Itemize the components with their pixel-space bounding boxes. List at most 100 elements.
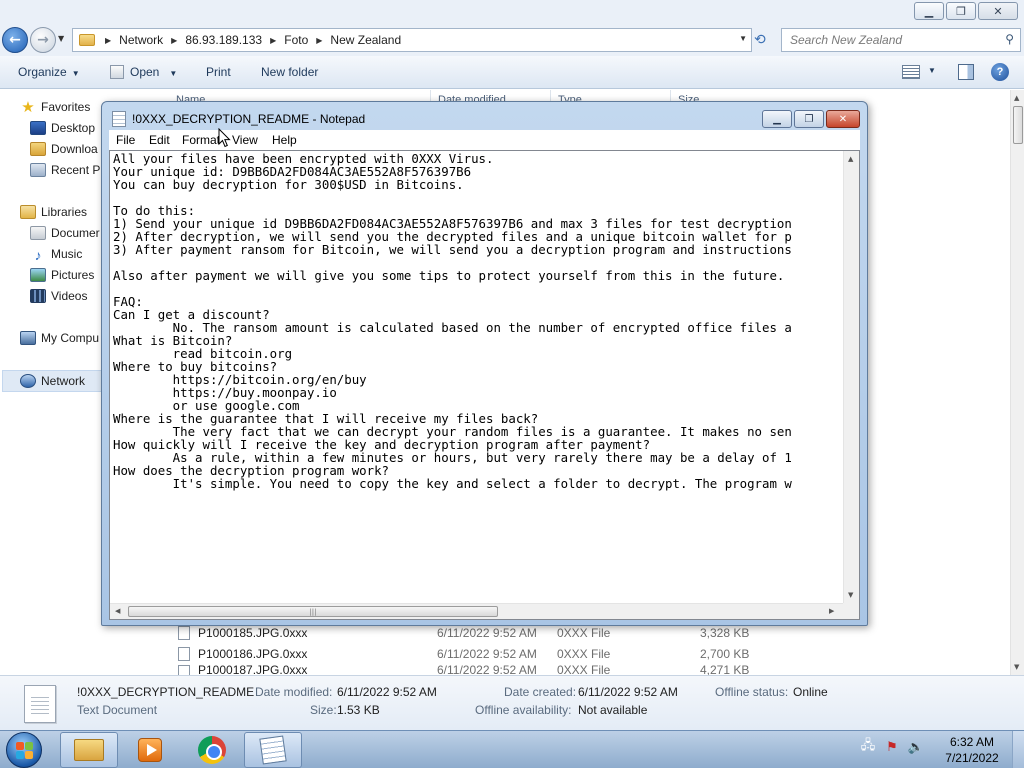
pictures-icon	[30, 268, 46, 282]
taskbar-media-player[interactable]	[121, 732, 179, 768]
size-value: 1.53 KB	[337, 703, 380, 717]
organize-label: Organize	[18, 65, 67, 79]
forward-button[interactable]: →	[30, 27, 56, 53]
offline-status-label: Offline status:	[715, 685, 789, 699]
nav-pictures-label: Pictures	[51, 268, 95, 282]
open-button[interactable]: Open ▼	[110, 65, 177, 79]
organize-button[interactable]: Organize ▼	[18, 65, 80, 79]
table-row[interactable]: P1000185.JPG.0xxx 6/11/2022 9:52 AM 0XXX…	[178, 623, 778, 643]
clock[interactable]: 6:32 AM 7/21/2022	[944, 734, 1000, 766]
show-desktop-button[interactable]	[1012, 731, 1024, 768]
file-list-scrollbar[interactable]: ▲ ▼	[1010, 90, 1024, 675]
nav-music[interactable]: ♪ Music	[30, 244, 83, 264]
nav-downloads[interactable]: Downloa	[30, 139, 98, 159]
start-button[interactable]	[6, 732, 42, 768]
maximize-button[interactable]: ❐	[794, 110, 824, 128]
scroll-up-icon[interactable]: ▲	[848, 155, 853, 163]
file-size: 3,328 KB	[700, 626, 750, 640]
folder-icon	[79, 34, 95, 46]
recent-pages-dropdown[interactable]: ▼	[58, 34, 64, 43]
volume-icon[interactable]: 🔈	[908, 739, 924, 755]
nav-recent-places[interactable]: Recent Pl	[30, 160, 103, 180]
ransom-note-text[interactable]: All your files have been encrypted with …	[113, 152, 841, 598]
nav-desktop[interactable]: Desktop	[30, 118, 95, 138]
offline-status-value: Online	[793, 685, 828, 699]
nav-network[interactable]: Network	[20, 371, 85, 391]
computer-icon	[20, 331, 36, 345]
offline-availability-value: Not available	[578, 703, 648, 717]
menu-file[interactable]: File	[116, 133, 135, 147]
scroll-up-icon[interactable]: ▲	[1014, 94, 1019, 102]
notepad-icon	[259, 735, 287, 765]
chevron-right-icon[interactable]: ▶	[270, 36, 276, 45]
notepad-horizontal-scrollbar[interactable]: ◀ ||| ▶	[110, 603, 843, 619]
chevron-right-icon[interactable]: ▶	[171, 36, 177, 45]
notepad-window[interactable]: !0XXX_DECRYPTION_README - Notepad ▁ ❐ ✕ …	[101, 101, 868, 626]
music-icon: ♪	[34, 247, 42, 263]
clock-time: 6:32 AM	[949, 735, 995, 749]
nav-pictures[interactable]: Pictures	[30, 265, 94, 285]
chrome-icon	[198, 736, 226, 764]
minimize-button[interactable]: ▁	[762, 110, 792, 128]
date-modified-label: Date modified:	[255, 685, 333, 699]
search-icon[interactable]: ⚲	[1005, 32, 1014, 46]
scroll-down-icon[interactable]: ▼	[848, 591, 853, 599]
folder-icon	[74, 739, 104, 761]
maximize-button[interactable]: ❐	[946, 2, 976, 20]
action-center-flag-icon[interactable]: ⚑	[884, 739, 900, 755]
desktop-icon	[30, 121, 46, 135]
chevron-down-icon: ▼	[169, 69, 178, 78]
menu-format[interactable]: Format	[182, 133, 220, 147]
breadcrumb-foto[interactable]: Foto	[284, 33, 308, 47]
arrow-left-icon: ←	[9, 32, 21, 48]
scroll-right-icon[interactable]: ▶	[829, 607, 834, 615]
nav-computer[interactable]: My Compu	[20, 328, 99, 348]
change-view-icon[interactable]	[902, 65, 920, 79]
close-button[interactable]: ✕	[826, 110, 860, 128]
taskbar-notepad[interactable]	[244, 732, 302, 768]
scroll-left-icon[interactable]: ◀	[115, 607, 120, 615]
notepad-title: !0XXX_DECRYPTION_README - Notepad	[132, 112, 366, 126]
chevron-right-icon[interactable]: ▶	[105, 36, 111, 45]
nav-documents[interactable]: Documer	[30, 223, 100, 243]
nav-libraries[interactable]: Libraries	[20, 202, 87, 222]
taskbar: 🖧 ⚑ 🔈 6:32 AM 7/21/2022	[0, 730, 1024, 768]
scroll-down-icon[interactable]: ▼	[1014, 663, 1019, 671]
address-dropdown-icon[interactable]: ▼	[739, 34, 747, 43]
search-input[interactable]: Search New Zealand ⚲	[781, 28, 1021, 52]
table-row[interactable]: P1000186.JPG.0xxx 6/11/2022 9:52 AM 0XXX…	[178, 644, 778, 664]
taskbar-explorer[interactable]	[60, 732, 118, 768]
notepad-edit-area[interactable]: All your files have been encrypted with …	[109, 150, 860, 620]
nav-videos[interactable]: Videos	[30, 286, 87, 306]
network-tray-icon[interactable]: 🖧	[860, 738, 876, 755]
preview-pane-icon[interactable]	[958, 64, 974, 80]
scrollbar-thumb[interactable]	[1013, 106, 1023, 144]
help-icon[interactable]: ?	[991, 63, 1009, 81]
notepad-vertical-scrollbar[interactable]: ▲ ▼	[843, 151, 859, 603]
breadcrumb-new-zealand[interactable]: New Zealand	[330, 33, 401, 47]
chevron-down-icon: ▼	[71, 69, 80, 78]
nav-favorites[interactable]: ★ Favorites	[20, 97, 90, 117]
menu-view[interactable]: View	[232, 133, 258, 147]
print-button[interactable]: Print	[206, 65, 231, 79]
new-folder-button[interactable]: New folder	[261, 65, 318, 79]
chevron-right-icon[interactable]: ▶	[316, 36, 322, 45]
close-button[interactable]: ✕	[978, 2, 1018, 20]
chevron-down-icon[interactable]: ▼	[928, 66, 936, 75]
menu-edit[interactable]: Edit	[149, 133, 170, 147]
back-button[interactable]: ←	[2, 27, 28, 53]
taskbar-chrome[interactable]	[183, 732, 241, 768]
file-name: P1000186.JPG.0xxx	[198, 647, 308, 661]
breadcrumb-ip[interactable]: 86.93.189.133	[185, 33, 262, 47]
breadcrumb-network[interactable]: Network	[119, 33, 163, 47]
details-filetype: Text Document	[77, 703, 158, 717]
minimize-button[interactable]: ▁	[914, 2, 944, 20]
resize-grip[interactable]	[843, 603, 859, 619]
refresh-icon[interactable]: ⟲	[754, 32, 766, 48]
scrollbar-thumb[interactable]: |||	[128, 606, 498, 617]
file-date: 6/11/2022 9:52 AM	[437, 665, 537, 675]
menu-help[interactable]: Help	[272, 133, 297, 147]
nav-libraries-label: Libraries	[41, 205, 88, 219]
table-row[interactable]: P1000187.JPG.0xxx 6/11/2022 9:52 AM 0XXX…	[178, 665, 778, 675]
address-bar[interactable]: ▶ Network ▶ 86.93.189.133 ▶ Foto ▶ New Z…	[72, 28, 752, 52]
